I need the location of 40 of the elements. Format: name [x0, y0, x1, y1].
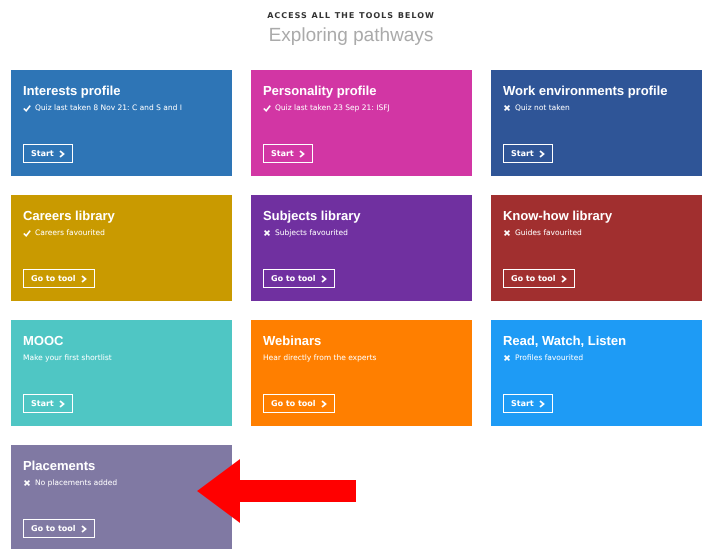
cross-icon: [503, 228, 511, 236]
card-title: MOOC: [23, 333, 64, 348]
check-icon: [23, 228, 31, 236]
card-title: Read, Watch, Listen: [503, 333, 628, 348]
cross-icon: [503, 354, 511, 362]
card-title: Placements: [23, 458, 96, 473]
chevron-icon: [58, 150, 65, 158]
tool-button[interactable]: Start: [263, 144, 313, 163]
tool-button[interactable]: Start: [503, 144, 553, 163]
check-icon: [263, 104, 271, 112]
chevron-icon: [538, 400, 545, 408]
tool-button[interactable]: Go to tool: [263, 394, 335, 413]
chevron-icon: [538, 150, 545, 158]
card-title: Careers library: [23, 208, 116, 223]
card-title: Subjects library: [263, 208, 362, 223]
card-title: Interests profile: [23, 83, 122, 98]
chevron-icon: [80, 274, 87, 282]
card-title: Work environments profile: [503, 83, 668, 98]
chevron-icon: [320, 274, 327, 282]
page-title: Exploring pathways: [268, 25, 434, 47]
tool-button[interactable]: Start: [23, 144, 73, 163]
cross-icon: [503, 104, 511, 112]
chevron-icon: [58, 400, 65, 408]
tool-button[interactable]: Go to tool: [23, 269, 95, 288]
card-title: Know-how library: [503, 208, 614, 223]
chevron-icon: [80, 524, 87, 532]
section-eyebrow: ACCESS ALL THE TOOLS BELOW: [267, 11, 435, 20]
chevron-icon: [298, 150, 305, 158]
tool-button[interactable]: Start: [503, 394, 553, 413]
arrow-icon: [197, 459, 356, 523]
cross-icon: [263, 228, 271, 236]
card-title: Personality profile: [263, 83, 378, 98]
tool-button[interactable]: Go to tool: [263, 269, 335, 288]
card-title: Webinars: [263, 333, 322, 348]
tool-button[interactable]: Go to tool: [23, 519, 95, 538]
chevron-icon: [560, 274, 567, 282]
check-icon: [23, 104, 31, 112]
cross-icon: [23, 478, 31, 486]
chevron-icon: [320, 400, 327, 408]
tool-button[interactable]: Go to tool: [503, 269, 575, 288]
